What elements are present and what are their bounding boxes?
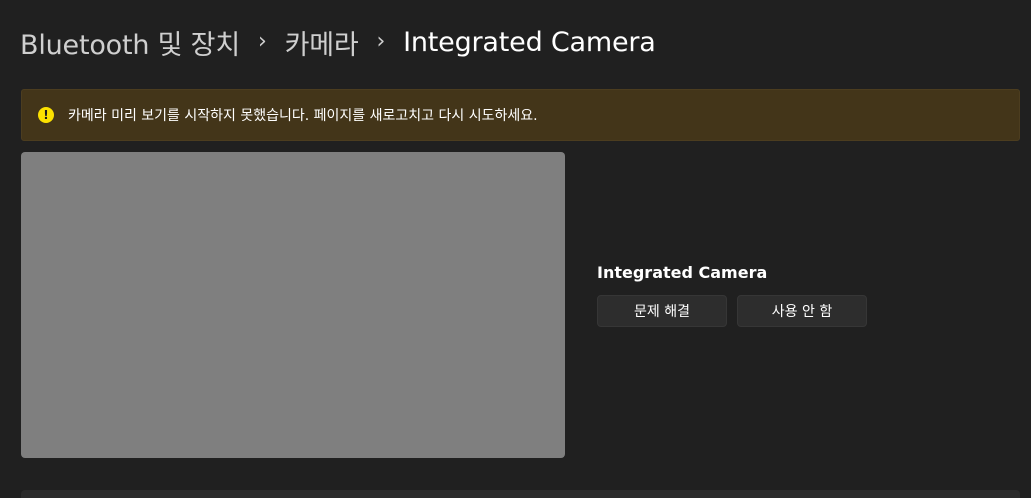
chevron-right-icon: › [376, 28, 386, 54]
camera-preview [21, 152, 565, 458]
breadcrumb-item-cameras[interactable]: 카메라 [285, 23, 359, 62]
warning-icon: ! [38, 107, 54, 123]
camera-name: Integrated Camera [597, 263, 768, 282]
chevron-right-icon: › [257, 28, 267, 54]
breadcrumb: Bluetooth 및 장치 › 카메라 › Integrated Camera [20, 22, 656, 62]
breadcrumb-item-bluetooth-devices[interactable]: Bluetooth 및 장치 [20, 23, 240, 62]
infobar-message: 카메라 미리 보기를 시작하지 못했습니다. 페이지를 새로고치고 다시 시도하… [68, 108, 538, 124]
page-title: Integrated Camera [403, 26, 656, 58]
warning-infobar: ! 카메라 미리 보기를 시작하지 못했습니다. 페이지를 새로고치고 다시 시… [21, 89, 1020, 141]
troubleshoot-button[interactable]: 문제 해결 [597, 295, 727, 327]
settings-card [21, 490, 1020, 498]
disable-button[interactable]: 사용 안 함 [737, 295, 867, 327]
